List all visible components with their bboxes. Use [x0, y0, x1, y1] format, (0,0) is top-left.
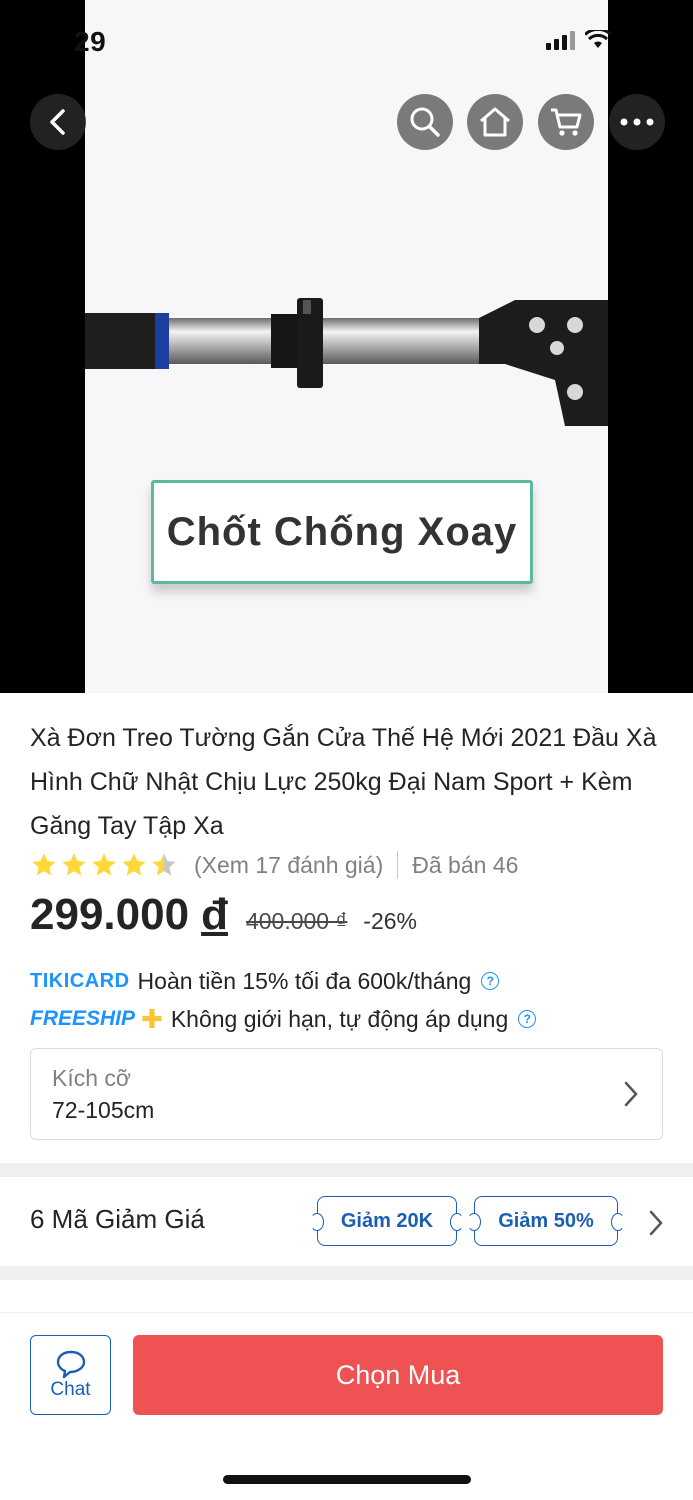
size-value: 72-105cm	[52, 1097, 155, 1123]
help-icon[interactable]: ?	[518, 1010, 537, 1028]
size-label: Kích cỡ	[52, 1065, 131, 1091]
tikicard-logo: TIKICARD	[30, 969, 130, 992]
original-price: 400.000 ₫	[245, 908, 348, 934]
search-icon	[410, 107, 440, 137]
section-divider	[0, 1266, 693, 1280]
review-link[interactable]: (Xem 17 đánh giá)	[194, 852, 383, 879]
status-time: 29	[74, 26, 107, 57]
back-button[interactable]	[30, 94, 86, 150]
help-icon[interactable]: ?	[481, 972, 500, 990]
chevron-right-icon	[624, 1081, 638, 1107]
status-icons	[546, 30, 611, 50]
size-selector[interactable]: Kích cỡ 72-105cm	[30, 1048, 663, 1140]
home-button[interactable]	[467, 94, 523, 150]
pull-up-bar-illustration	[85, 298, 608, 426]
home-icon	[480, 107, 510, 137]
chat-button[interactable]: Chat	[30, 1335, 111, 1415]
plus-icon: ✚	[141, 1003, 163, 1034]
current-price: 299.000	[30, 890, 190, 939]
product-image[interactable]: Chốt Chống Xoay	[85, 0, 608, 693]
bottom-action-bar: Chat Chọn Mua	[0, 1312, 693, 1500]
section-divider	[0, 1163, 693, 1177]
search-button[interactable]	[397, 94, 453, 150]
chevron-left-icon	[50, 109, 65, 135]
cart-button[interactable]	[538, 94, 594, 150]
tikicard-text: Hoàn tiền 15% tối đa 600k/tháng	[137, 967, 472, 994]
star-icon	[92, 853, 116, 876]
coupon-chip[interactable]: Giảm 50%	[467, 1196, 625, 1246]
divider	[397, 851, 399, 879]
freeship-logo: FREESHIP	[30, 1007, 136, 1030]
sold-count: Đã bán 46	[412, 851, 519, 878]
rating-stars	[30, 851, 178, 879]
coupon-chip[interactable]: Giảm 20K	[310, 1196, 464, 1246]
buy-button[interactable]: Chọn Mua	[133, 1335, 663, 1415]
star-icon	[32, 853, 56, 876]
home-indicator[interactable]	[223, 1475, 471, 1484]
more-icon	[620, 118, 654, 126]
rating-row: (Xem 17 đánh giá) Đã bán 46	[30, 848, 518, 882]
more-button[interactable]	[609, 94, 665, 150]
currency-symbol: đ	[201, 890, 228, 939]
chat-bubble-icon	[56, 1350, 85, 1379]
wifi-icon	[585, 30, 611, 48]
tikicard-promo[interactable]: TIKICARD Hoàn tiền 15% tối đa 600k/tháng…	[30, 965, 500, 997]
discount-percent: -26%	[363, 908, 417, 934]
signal-icon	[546, 30, 575, 50]
chevron-right-icon[interactable]	[649, 1210, 663, 1236]
freeship-text: Không giới hạn, tự động áp dụng	[170, 1005, 509, 1032]
chat-label: Chat	[50, 1379, 91, 1400]
price-row: 299.000 đ 400.000 ₫ -26%	[30, 890, 417, 950]
coupon-row[interactable]: 6 Mã Giảm Giá Giảm 20K Giảm 50%	[0, 1178, 693, 1266]
half-star-icon	[152, 853, 176, 876]
product-title: Xà Đơn Treo Tường Gắn Cửa Thế Hệ Mới 202…	[30, 724, 657, 840]
freeship-promo[interactable]: FREESHIP ✚ Không giới hạn, tự động áp dụ…	[30, 1003, 537, 1035]
star-icon	[122, 853, 146, 876]
cart-icon	[551, 108, 582, 136]
image-caption: Chốt Chống Xoay	[151, 480, 533, 584]
star-icon	[62, 853, 86, 876]
coupon-title: 6 Mã Giảm Giá	[30, 1204, 205, 1234]
product-media[interactable]: Chốt Chống Xoay 29	[0, 0, 693, 693]
